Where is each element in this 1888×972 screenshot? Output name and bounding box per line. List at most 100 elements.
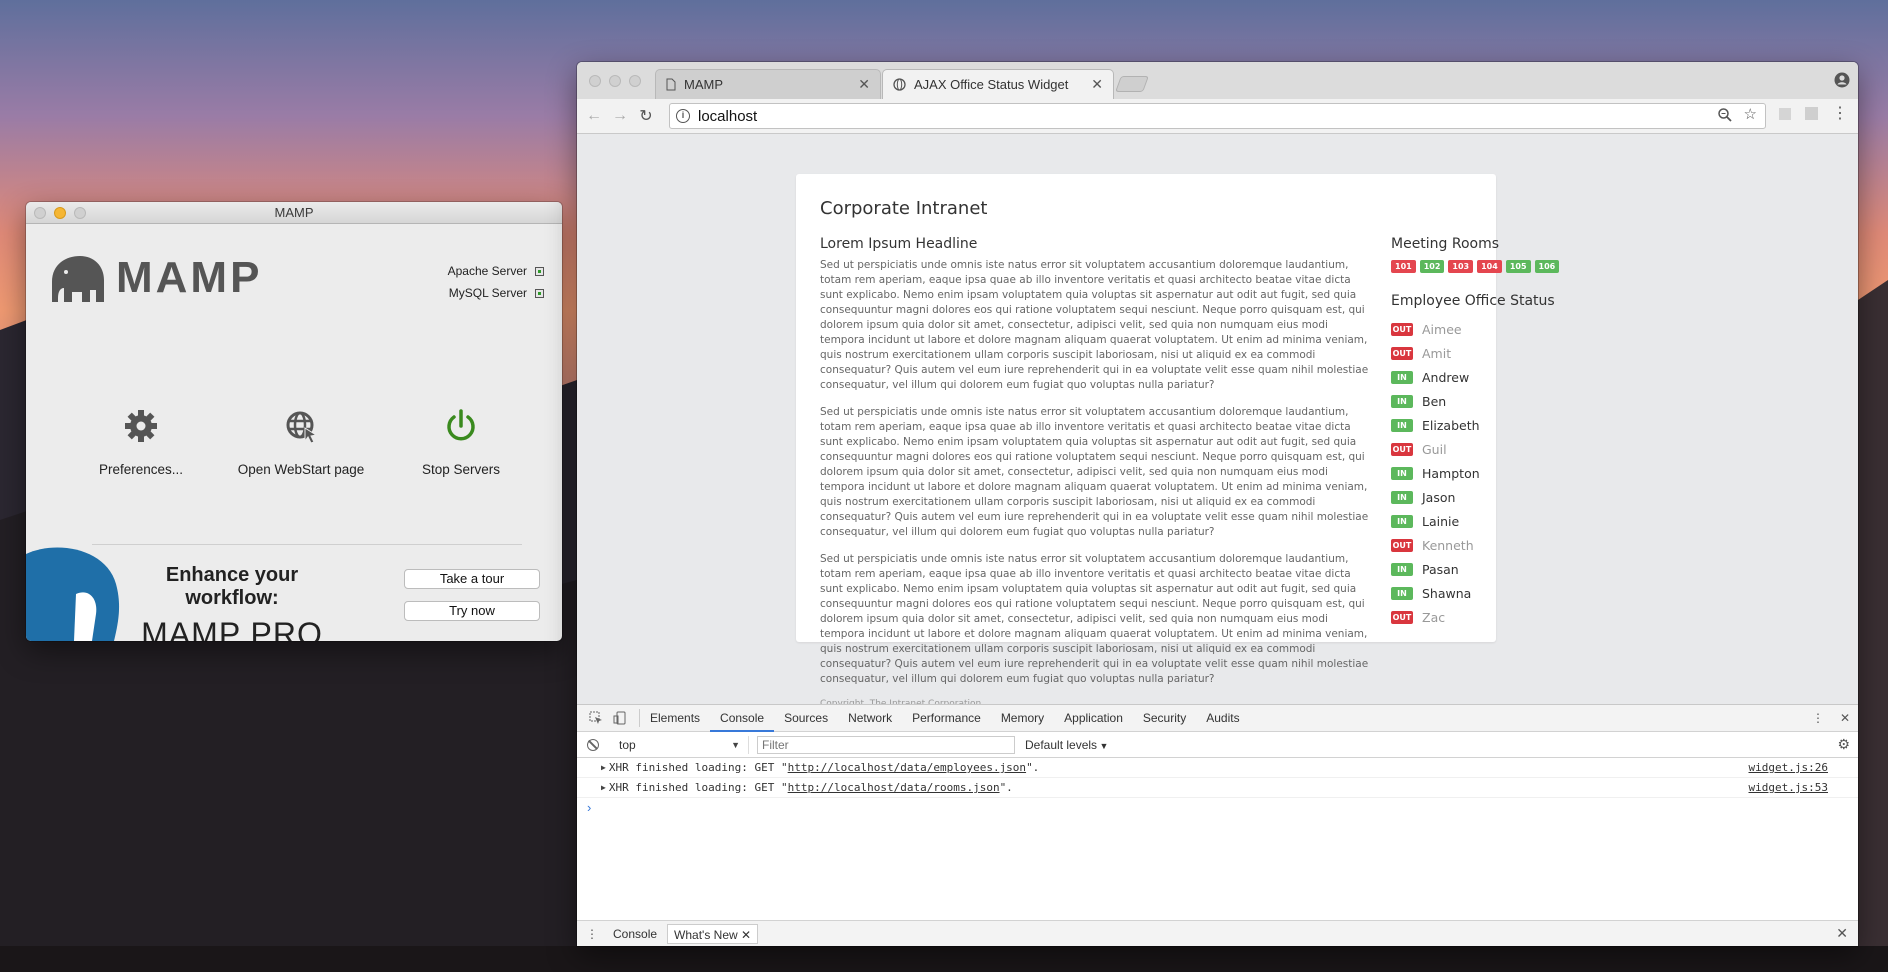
employee-row: OUT Kenneth [1391, 533, 1581, 557]
close-drawer-icon[interactable]: ✕ [1836, 925, 1848, 942]
zoom-window-button[interactable] [629, 75, 641, 87]
employee-row: IN Shawna [1391, 581, 1581, 605]
mysql-status-led-icon [535, 288, 544, 298]
devtools-menu-icon[interactable]: ⋮ [1812, 711, 1824, 725]
mamp-pro-promo: Enhance your workflow: MAMP PRO Take a t… [26, 544, 562, 641]
console-log: ▶ XHR finished loading: GET " http://local… [577, 758, 1858, 798]
expand-triangle-icon[interactable]: ▶ [601, 783, 606, 792]
status-sidebar: Meeting Rooms 101 102 103 104 105 106 Employe… [1391, 236, 1581, 629]
tab-mamp[interactable]: MAMP ✕ [655, 69, 881, 99]
close-tab-icon[interactable]: ✕ [858, 76, 870, 93]
log-url-link[interactable]: http://localhost/data/rooms.json [788, 781, 1000, 794]
devtools-panel: Elements Console Sources Network Performance… [577, 704, 1858, 946]
extension-k-icon[interactable] [1805, 107, 1818, 120]
try-now-button[interactable]: Try now [404, 601, 540, 621]
zoom-window-button[interactable] [74, 207, 86, 219]
employee-name: Shawna [1422, 585, 1472, 601]
back-arrow-icon[interactable]: ← [581, 107, 607, 125]
devtools-tab-sources[interactable]: Sources [774, 705, 838, 732]
globe-cursor-icon [286, 411, 318, 444]
employee-row: IN Jason [1391, 485, 1581, 509]
room-badge: 104 [1477, 260, 1502, 273]
employee-list: OUT Aimee OUT Amit IN Andrew IN Ben IN Elizabeth O… [1391, 317, 1581, 629]
close-window-button[interactable] [34, 207, 46, 219]
devtools-tab-console[interactable]: Console [710, 705, 775, 732]
devtools-tab-network[interactable]: Network [838, 705, 902, 732]
log-suffix: ". [1026, 761, 1040, 774]
employee-row: IN Elizabeth [1391, 413, 1581, 437]
stop-servers-label: Stop Servers [421, 462, 501, 477]
close-devtools-icon[interactable]: ✕ [1840, 711, 1850, 725]
employee-name: Pasan [1422, 561, 1459, 577]
console-filter-input[interactable] [757, 735, 1015, 754]
room-badge: 102 [1419, 260, 1445, 273]
info-icon[interactable]: i [676, 109, 690, 123]
webstart-label: Open WebStart page [237, 462, 365, 477]
close-window-button[interactable] [589, 75, 601, 87]
mamp-titlebar: MAMP [26, 202, 562, 224]
tab-ajax-widget[interactable]: AJAX Office Status Widget ✕ [882, 69, 1114, 99]
devtools-tab-security[interactable]: Security [1133, 705, 1196, 732]
mamp-window: MAMP MAMP Apache Server MySQL Server Pre… [26, 202, 562, 641]
devtools-tab-audits[interactable]: Audits [1196, 705, 1249, 732]
status-badge: OUT [1391, 610, 1413, 624]
room-badge: 103 [1448, 260, 1474, 273]
bookmark-star-icon[interactable]: ☆ [1744, 107, 1757, 122]
console-prompt[interactable]: › [577, 798, 1858, 818]
devtools-tab-elements[interactable]: Elements [640, 705, 710, 732]
inspect-element-icon[interactable] [589, 711, 603, 725]
article-paragraph: Sed ut perspiciatis unde omnis iste natu… [820, 406, 1369, 538]
reload-icon[interactable]: ↻ [633, 106, 659, 126]
gear-icon [125, 410, 157, 442]
menu-dots-icon[interactable]: ⋮ [1832, 105, 1848, 121]
console-settings-gear-icon[interactable]: ⚙ [1837, 736, 1850, 753]
log-source-link[interactable]: widget.js:53 [1749, 781, 1828, 794]
drawer-tab-console[interactable]: Console [607, 924, 663, 944]
new-tab-button[interactable] [1115, 76, 1149, 92]
log-source-link[interactable]: widget.js:26 [1749, 761, 1828, 774]
drawer-menu-icon[interactable]: ⋮ [577, 927, 607, 941]
address-bar[interactable]: i localhost ☆ [669, 103, 1766, 129]
clear-console-icon[interactable] [587, 738, 599, 751]
open-webstart-button[interactable]: Open WebStart page [226, 402, 376, 477]
minimize-window-button[interactable] [609, 75, 621, 87]
extension-icon[interactable] [1779, 107, 1791, 120]
context-selector[interactable]: top [609, 735, 749, 754]
employee-name: Ben [1422, 393, 1447, 409]
promo-product-name: MAMP PRO [141, 616, 323, 641]
stop-servers-button[interactable]: Stop Servers [386, 402, 536, 477]
tab-label: MAMP [684, 77, 723, 92]
profile-icon[interactable] [1834, 72, 1850, 93]
mamp-pro-elephant-icon [26, 547, 120, 641]
devtools-tab-performance[interactable]: Performance [902, 705, 991, 732]
window-controls [589, 75, 641, 87]
close-tab-icon[interactable]: ✕ [1091, 76, 1103, 93]
status-badge: OUT [1391, 346, 1413, 360]
employee-status-title: Employee Office Status [1391, 293, 1555, 309]
devtools-tab-application[interactable]: Application [1054, 705, 1133, 732]
page-viewport: Corporate Intranet Lorem Ipsum Headline … [577, 134, 1858, 709]
article: Lorem Ipsum Headline Sed ut perspiciatis… [820, 236, 1375, 709]
drawer-tab-whats-new[interactable]: What's New ✕ [667, 923, 759, 944]
zoom-icon[interactable] [1717, 108, 1732, 122]
close-drawer-tab-icon[interactable]: ✕ [741, 928, 751, 942]
log-url-link[interactable]: http://localhost/data/employees.json [788, 761, 1026, 774]
preferences-button[interactable]: Preferences... [66, 402, 216, 477]
log-prefix: XHR finished loading: GET " [608, 781, 788, 794]
mysql-server-status: MySQL Server [448, 282, 544, 304]
meeting-rooms-title: Meeting Rooms [1391, 236, 1500, 252]
minimize-window-button[interactable] [54, 207, 66, 219]
console-log-row[interactable]: ▶ XHR finished loading: GET " http://local… [577, 778, 1858, 798]
forward-arrow-icon[interactable]: → [607, 107, 633, 125]
device-toolbar-icon[interactable] [613, 711, 627, 725]
status-badge: OUT [1391, 442, 1413, 456]
article-headline: Lorem Ipsum Headline [820, 236, 978, 252]
expand-triangle-icon[interactable]: ▶ [601, 763, 606, 772]
devtools-tab-memory[interactable]: Memory [991, 705, 1054, 732]
employee-row: IN Lainie [1391, 509, 1581, 533]
status-badge: IN [1391, 394, 1413, 408]
intranet-card: Corporate Intranet Lorem Ipsum Headline … [796, 174, 1560, 709]
take-a-tour-button[interactable]: Take a tour [404, 569, 540, 589]
console-log-row[interactable]: ▶ XHR finished loading: GET " http://local… [577, 758, 1858, 778]
log-levels-dropdown[interactable]: Default levels [1025, 738, 1108, 752]
